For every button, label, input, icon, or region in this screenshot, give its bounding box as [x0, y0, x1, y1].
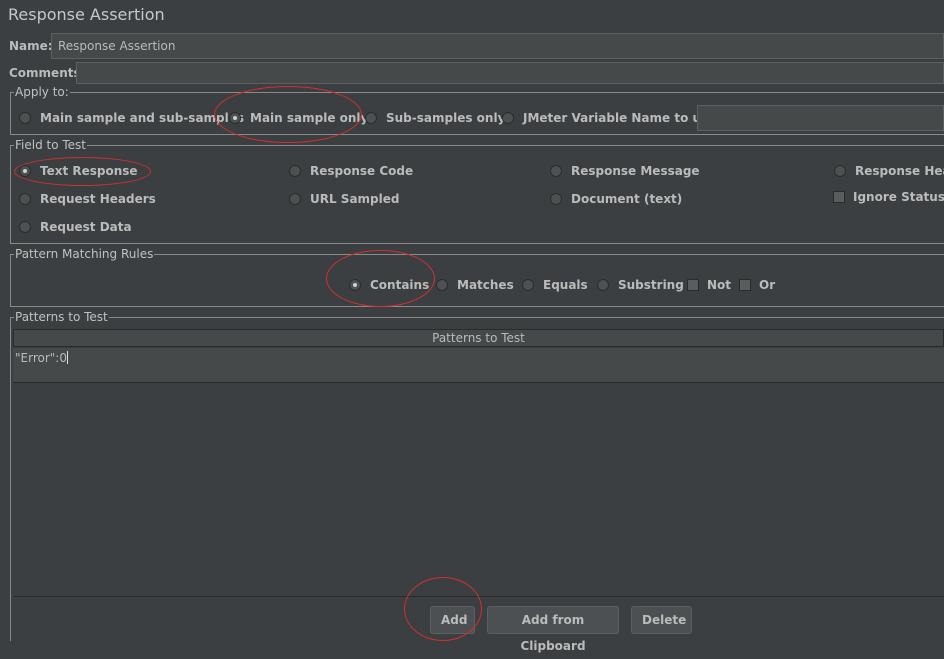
radio-label: Contains: [370, 278, 430, 292]
radio-label: Request Data: [40, 220, 132, 234]
delete-button[interactable]: Delete: [631, 606, 692, 634]
comments-input[interactable]: [76, 62, 944, 84]
radio-label: Request Headers: [40, 192, 156, 206]
radio-label: JMeter Variable Name to use: [523, 111, 717, 125]
ignore-status-checkbox[interactable]: Ignore Status: [833, 190, 944, 204]
text-caret: [66, 351, 68, 364]
radio-button[interactable]: [502, 112, 514, 124]
radio-label: Main sample and sub-samples: [40, 111, 245, 125]
radio-request-headers[interactable]: Request Headers: [19, 192, 156, 206]
radio-label: Matches: [457, 278, 514, 292]
radio-button[interactable]: [550, 193, 562, 205]
radio-button[interactable]: [19, 221, 31, 233]
radio-button[interactable]: [834, 165, 846, 177]
radio-main-and-sub-samples[interactable]: Main sample and sub-samples: [19, 111, 244, 125]
patterns-to-test-legend: Patterns to Test: [15, 310, 108, 324]
checkbox[interactable]: [687, 279, 699, 291]
table-bottom-divider: [13, 596, 944, 597]
radio-matches[interactable]: Matches: [436, 278, 514, 292]
radio-text-response[interactable]: Text Response: [19, 164, 138, 178]
radio-label: URL Sampled: [310, 192, 400, 206]
radio-button-selected[interactable]: [349, 279, 361, 291]
checkbox[interactable]: [833, 191, 845, 203]
checkbox-label: Or: [759, 278, 776, 292]
pattern-matching-rules-group: Pattern Matching Rules: [10, 247, 944, 307]
name-label: Name:: [9, 39, 53, 53]
patterns-table-header[interactable]: Patterns to Test: [13, 329, 944, 347]
radio-response-code[interactable]: Response Code: [289, 164, 413, 178]
radio-button[interactable]: [365, 112, 377, 124]
radio-main-sample-only[interactable]: Main sample only: [229, 111, 368, 125]
radio-label: Response Message: [571, 164, 700, 178]
apply-to-legend: Apply to:: [15, 85, 69, 99]
radio-document-text[interactable]: Document (text): [550, 192, 682, 206]
radio-url-sampled[interactable]: URL Sampled: [289, 192, 399, 206]
radio-button[interactable]: [436, 279, 448, 291]
radio-button[interactable]: [597, 279, 609, 291]
field-to-test-group: Field to Test: [10, 138, 944, 244]
radio-contains[interactable]: Contains: [349, 278, 429, 292]
radio-sub-samples-only[interactable]: Sub-samples only: [365, 111, 505, 125]
radio-jmeter-variable[interactable]: JMeter Variable Name to use: [502, 111, 716, 125]
radio-button-selected[interactable]: [19, 165, 31, 177]
radio-button[interactable]: [289, 165, 301, 177]
name-input[interactable]: Response Assertion: [51, 33, 944, 59]
pattern-matching-rules-legend: Pattern Matching Rules: [15, 247, 154, 261]
checkbox-label: Not: [707, 278, 732, 292]
radio-label: Equals: [543, 278, 588, 292]
radio-button[interactable]: [289, 193, 301, 205]
radio-request-data[interactable]: Request Data: [19, 220, 132, 234]
radio-button[interactable]: [550, 165, 562, 177]
radio-label: Response Head: [855, 164, 944, 178]
radio-label: Sub-samples only: [386, 111, 506, 125]
or-checkbox[interactable]: Or: [739, 278, 775, 292]
radio-equals[interactable]: Equals: [522, 278, 588, 292]
comments-label: Comments:: [9, 66, 86, 80]
radio-substring[interactable]: Substring: [597, 278, 684, 292]
field-to-test-legend: Field to Test: [15, 138, 87, 152]
radio-response-headers[interactable]: Response Head: [834, 164, 944, 178]
panel-title: Response Assertion: [8, 5, 165, 24]
checkbox-label: Ignore Status: [853, 190, 944, 204]
table-row[interactable]: "Error":0: [13, 348, 944, 383]
radio-label: Response Code: [310, 164, 414, 178]
radio-label: Document (text): [571, 192, 683, 206]
jmeter-variable-input[interactable]: [697, 105, 944, 131]
radio-label: Substring: [618, 278, 684, 292]
radio-response-message[interactable]: Response Message: [550, 164, 700, 178]
not-checkbox[interactable]: Not: [687, 278, 731, 292]
radio-button-selected[interactable]: [229, 112, 241, 124]
add-from-clipboard-button[interactable]: Add from Clipboard: [487, 606, 619, 653]
checkbox[interactable]: [739, 279, 751, 291]
radio-button[interactable]: [19, 193, 31, 205]
pattern-cell[interactable]: "Error":0: [15, 351, 67, 365]
radio-button[interactable]: [522, 279, 534, 291]
radio-label: Text Response: [40, 164, 138, 178]
add-button[interactable]: Add: [430, 606, 475, 634]
radio-button[interactable]: [19, 112, 31, 124]
radio-label: Main sample only: [250, 111, 369, 125]
